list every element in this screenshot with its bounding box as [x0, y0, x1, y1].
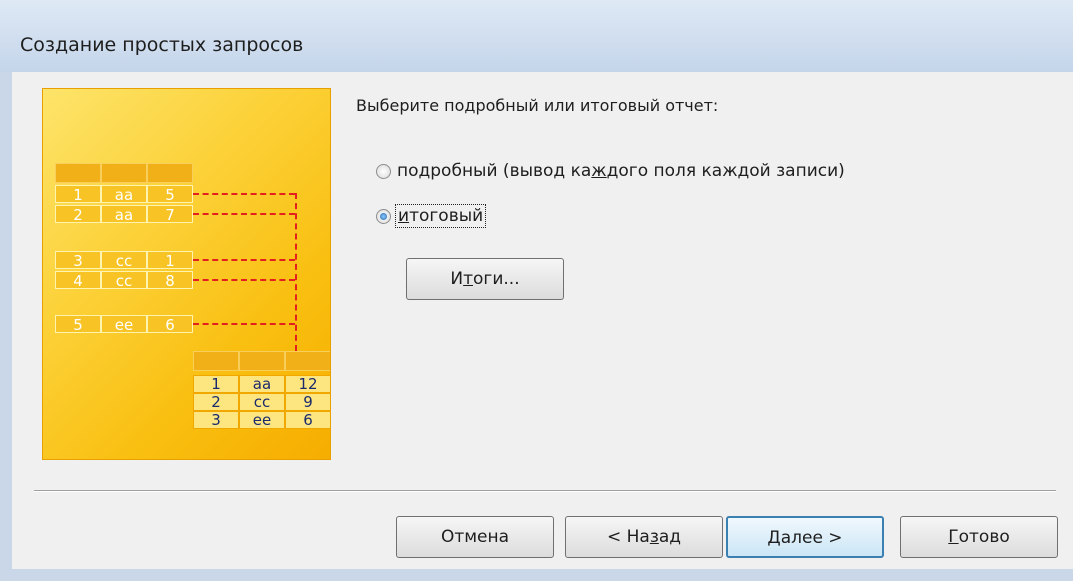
illus-detail-cell: 1 [55, 185, 101, 204]
illus-header-cell [55, 163, 101, 183]
title-bar[interactable]: Создание простых запросов [0, 0, 1073, 72]
illus-detail-cell: 8 [147, 271, 193, 290]
illus-link-line [193, 213, 295, 215]
illus-summary-cell: cc [239, 393, 285, 411]
prompt-text: Выберите подробный или итоговый отчет: [356, 96, 719, 115]
illus-detail-cell: cc [101, 251, 147, 270]
illus-detail-cell: 7 [147, 205, 193, 224]
illus-link-line [193, 193, 295, 195]
separator-line [34, 490, 1056, 492]
illus-detail-cell: aa [101, 205, 147, 224]
radio-summary-circle[interactable] [376, 208, 391, 224]
wizard-illustration: 1 aa 5 2 aa 7 3 cc 1 4 cc 8 5 ee 6 1 aa 12 2 cc 9 3 ee 6 [42, 88, 331, 460]
radio-summary-label: итоговый [395, 204, 487, 228]
finish-button[interactable]: Готово [900, 516, 1058, 558]
illus-summary-cell: aa [239, 375, 285, 393]
window-left-border [0, 72, 12, 569]
dialog-window: Создание простых запросов 1 aa 5 2 aa 7 3 cc 1 4 c… [0, 0, 1073, 581]
cancel-button[interactable]: Отмена [396, 516, 554, 558]
radio-detailed-label: подробный (вывод каждого поля каждой зап… [397, 161, 845, 181]
next-button[interactable]: Далее > [726, 516, 884, 558]
illus-detail-cell: ee [101, 315, 147, 334]
illus-detail-cell: 6 [147, 315, 193, 334]
illus-link-line [193, 259, 295, 261]
dialog-client-area: 1 aa 5 2 aa 7 3 cc 1 4 cc 8 5 ee 6 1 aa 12 2 cc 9 3 ee 6 Выбер… [12, 72, 1073, 569]
illus-header-cell [147, 163, 193, 183]
window-bottom-border [0, 569, 1073, 581]
illus-summary-cell: 6 [285, 411, 330, 429]
illus-detail-cell: 5 [55, 315, 101, 334]
illus-link-line [193, 279, 295, 281]
illus-summary-cell: 2 [193, 393, 239, 411]
illus-detail-cell: aa [101, 185, 147, 204]
illus-summary-cell: ee [239, 411, 285, 429]
illus-detail-cell: 5 [147, 185, 193, 204]
illus-summary-cell: 12 [285, 375, 330, 393]
summary-options-button[interactable]: Итоги... [406, 258, 564, 300]
illus-detail-cell: 1 [147, 251, 193, 270]
illus-header-cell [101, 163, 147, 183]
illus-detail-cell: cc [101, 271, 147, 290]
illus-summary-cell: 1 [193, 375, 239, 393]
illus-header-cell [239, 351, 285, 371]
radio-summary[interactable]: итоговый [376, 204, 487, 228]
illus-header-cell [285, 351, 330, 371]
window-title: Создание простых запросов [20, 34, 304, 56]
illus-summary-cell: 3 [193, 411, 239, 429]
radio-detailed[interactable]: подробный (вывод каждого поля каждой зап… [376, 160, 847, 182]
back-button[interactable]: < Назад [565, 516, 723, 558]
illus-detail-cell: 3 [55, 251, 101, 270]
illus-detail-cell: 2 [55, 205, 101, 224]
illus-link-line [295, 193, 297, 351]
illus-link-line [193, 323, 295, 325]
radio-detailed-circle[interactable] [376, 163, 391, 179]
illus-header-cell [193, 351, 239, 371]
illus-detail-cell: 4 [55, 271, 101, 290]
illus-summary-cell: 9 [285, 393, 330, 411]
